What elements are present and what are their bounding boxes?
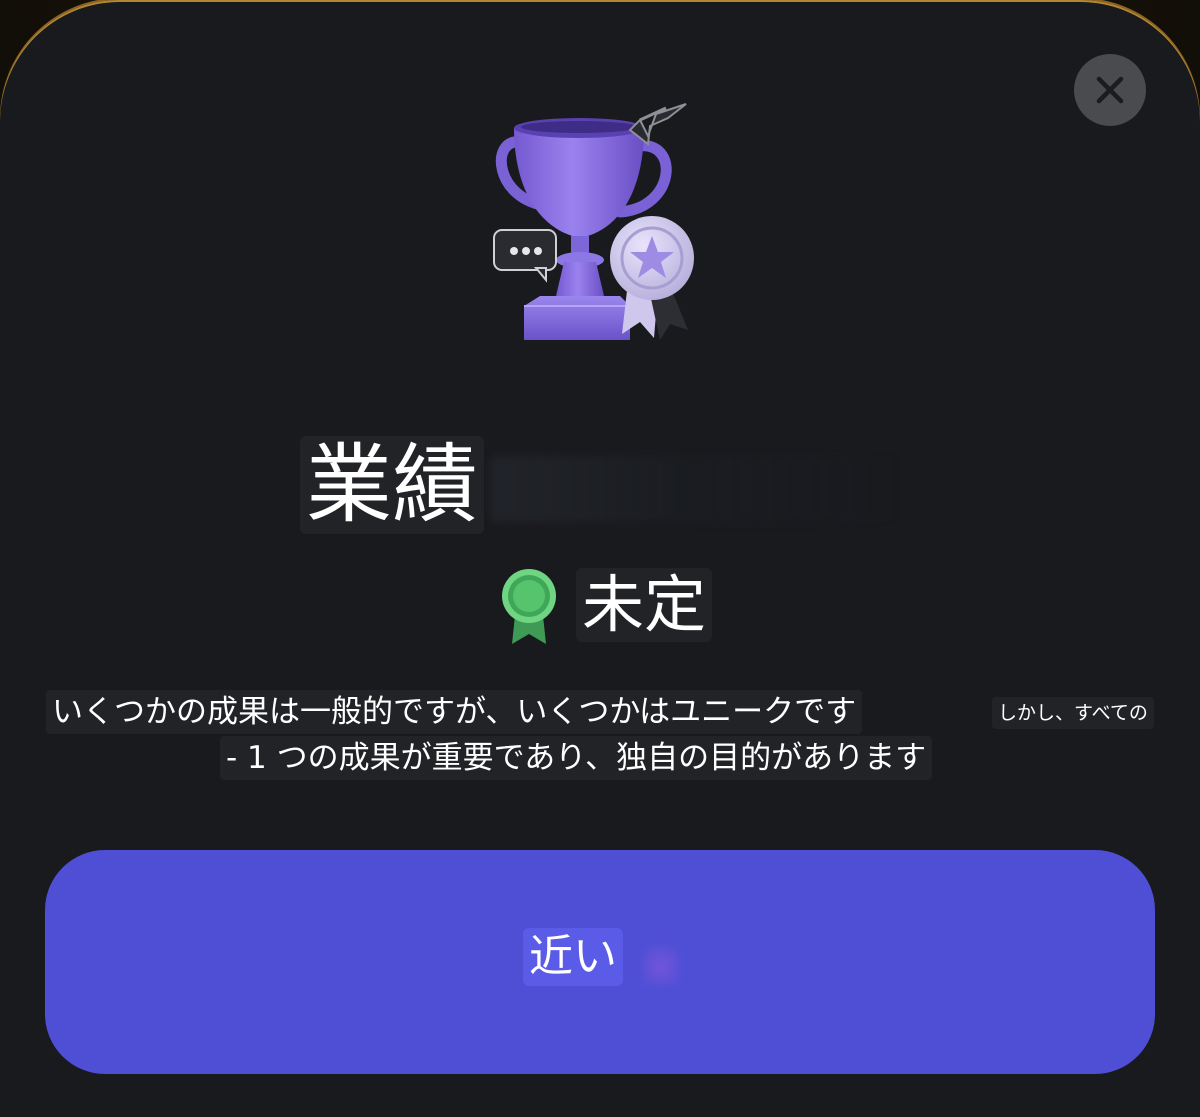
close-dialog-button-label: 近い [523,928,623,986]
dialog-title: 業績 [300,436,484,534]
description-line-1-tail: しかし、すべての [992,697,1154,729]
close-icon [1096,76,1124,104]
close-button[interactable] [1074,54,1146,126]
close-dialog-button[interactable]: 近い [45,850,1155,1074]
label-shadow [643,946,679,986]
achievement-dialog: 業績 未定 いくつかの成果は一般的ですが、いくつかはユニークです しかし、すべて… [0,0,1200,1117]
ribbon-badge-icon [502,569,556,644]
title-shadow [490,456,900,522]
status-label: 未定 [576,568,713,642]
description-line-1: いくつかの成果は一般的ですが、いくつかはユニークです [46,690,863,734]
title-row: 業績 [0,430,1200,540]
status-row: 未定 [0,560,1200,650]
description-line-2: - 1 つの成果が重要であり、独自の目的があります [220,736,933,780]
trophy-illustration [493,103,694,340]
